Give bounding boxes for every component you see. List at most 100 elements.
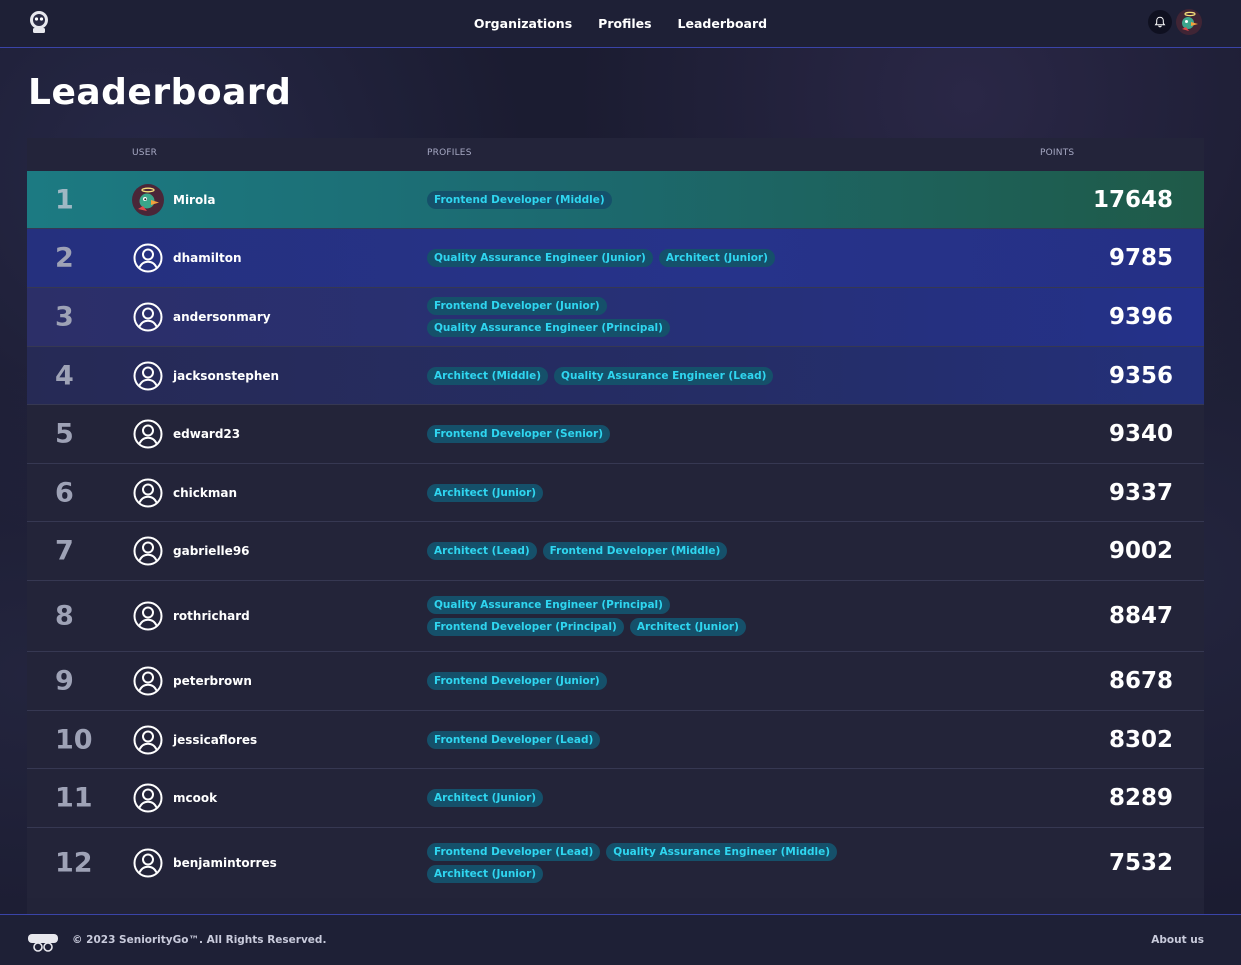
nav-organizations[interactable]: Organizations bbox=[474, 16, 572, 31]
profile-badge[interactable]: Quality Assurance Engineer (Principal) bbox=[427, 319, 670, 337]
rank-number: 8 bbox=[55, 600, 74, 632]
profile-badges: Quality Assurance Engineer (Junior) Archi… bbox=[427, 249, 847, 267]
profile-badge[interactable]: Frontend Developer (Senior) bbox=[427, 425, 610, 443]
profile-badge[interactable]: Frontend Developer (Lead) bbox=[427, 843, 601, 861]
username[interactable]: rothrichard bbox=[173, 609, 250, 623]
table-row[interactable]: 3 andersonmary Frontend Developer (Junior)… bbox=[27, 287, 1204, 346]
username[interactable]: edward23 bbox=[173, 427, 240, 441]
profile-badges: Frontend Developer (Senior) bbox=[427, 425, 847, 443]
notifications-button[interactable] bbox=[1148, 10, 1172, 34]
points-value: 9356 bbox=[1108, 362, 1173, 389]
table-row[interactable]: 4 jacksonstephen Architect (Middle) Quality… bbox=[27, 346, 1204, 404]
profile-badge[interactable]: Architect (Junior) bbox=[427, 789, 544, 807]
rank-number: 6 bbox=[55, 477, 74, 508]
table-row[interactable]: 9 peterbrown Frontend Developer (Junior) 86… bbox=[27, 651, 1204, 710]
points-value: 17648 bbox=[1092, 186, 1173, 213]
rank-number: 3 bbox=[55, 301, 74, 333]
profile-badges: Frontend Developer (Junior) bbox=[427, 672, 847, 690]
username[interactable]: jacksonstephen bbox=[173, 369, 279, 383]
table-row[interactable]: 12 benjamintorres Frontend Developer (Lead… bbox=[27, 827, 1204, 898]
rank-number: 12 bbox=[55, 847, 93, 879]
copyright-text: © 2023 SeniorityGo™. All Rights Reserved… bbox=[72, 934, 327, 946]
profile-badges: Frontend Developer (Junior) Quality Assur… bbox=[427, 297, 847, 337]
about-us-link[interactable]: About us bbox=[1151, 934, 1204, 946]
rank-number: 1 bbox=[55, 184, 74, 215]
profile-badge[interactable]: Frontend Developer (Lead) bbox=[427, 730, 601, 749]
profile-badge[interactable]: Architect (Junior) bbox=[427, 483, 544, 502]
points-value: 9337 bbox=[1108, 479, 1173, 506]
nav-profiles[interactable]: Profiles bbox=[598, 16, 651, 31]
profile-badge[interactable]: Architect (Junior) bbox=[629, 618, 746, 636]
nav-links: Organizations Profiles Leaderboard bbox=[0, 0, 1241, 47]
table-row[interactable]: 10 jessicaflores Frontend Developer (Lead)… bbox=[27, 710, 1204, 768]
user-circle-icon[interactable] bbox=[132, 360, 164, 392]
profile-badge[interactable]: Quality Assurance Engineer (Junior) bbox=[427, 249, 653, 267]
user-circle-icon[interactable] bbox=[132, 724, 164, 756]
username[interactable]: Mirola bbox=[173, 193, 215, 207]
user-circle-icon[interactable] bbox=[132, 477, 164, 509]
rank-number: 4 bbox=[55, 360, 74, 391]
profile-badge[interactable]: Quality Assurance Engineer (Lead) bbox=[554, 366, 774, 385]
table-row[interactable]: 6 chickman Architect (Junior) 9337 bbox=[27, 463, 1204, 521]
user-circle-icon[interactable] bbox=[132, 418, 164, 450]
user-circle-icon[interactable] bbox=[132, 847, 164, 879]
profile-badge[interactable]: Architect (Junior) bbox=[427, 865, 544, 883]
user-circle-icon[interactable] bbox=[132, 600, 164, 632]
column-header-points: POINTS bbox=[1040, 148, 1075, 158]
user-circle-icon[interactable] bbox=[132, 535, 164, 567]
profile-badges: Quality Assurance Engineer (Principal) Fr… bbox=[427, 596, 847, 636]
points-value: 9785 bbox=[1108, 245, 1173, 271]
nav-leaderboard[interactable]: Leaderboard bbox=[678, 16, 768, 31]
table-body: 1 Mirola Frontend Developer (Middle) 17648 2… bbox=[27, 171, 1204, 898]
username[interactable]: chickman bbox=[173, 486, 237, 500]
profile-badge[interactable]: Frontend Developer (Junior) bbox=[427, 297, 607, 315]
rank-number: 11 bbox=[55, 782, 93, 814]
username[interactable]: benjamintorres bbox=[173, 856, 277, 870]
profile-badge[interactable]: Architect (Junior) bbox=[658, 249, 775, 267]
username[interactable]: dhamilton bbox=[173, 251, 241, 265]
profile-badge[interactable]: Frontend Developer (Junior) bbox=[427, 672, 607, 690]
table-row[interactable]: 1 Mirola Frontend Developer (Middle) 17648 bbox=[27, 171, 1204, 228]
user-circle-icon[interactable] bbox=[132, 665, 164, 697]
profile-badge[interactable]: Architect (Lead) bbox=[427, 542, 537, 560]
profile-badges: Architect (Junior) bbox=[427, 789, 847, 807]
points-value: 8847 bbox=[1108, 603, 1173, 629]
user-circle-icon[interactable] bbox=[132, 242, 164, 274]
username[interactable]: gabrielle96 bbox=[173, 544, 250, 558]
table-row[interactable]: 11 mcook Architect (Junior) 8289 bbox=[27, 768, 1204, 827]
profile-avatar-button[interactable] bbox=[1176, 9, 1202, 35]
footer-logo-icon[interactable] bbox=[27, 932, 59, 952]
profile-badge[interactable]: Architect (Middle) bbox=[427, 366, 549, 385]
username[interactable]: peterbrown bbox=[173, 674, 252, 688]
rank-number: 2 bbox=[55, 242, 74, 274]
profile-badge[interactable]: Frontend Developer (Middle) bbox=[427, 190, 612, 209]
rank-number: 10 bbox=[55, 724, 93, 755]
username[interactable]: andersonmary bbox=[173, 310, 271, 324]
user-circle-icon[interactable] bbox=[132, 301, 164, 333]
points-value: 8678 bbox=[1108, 668, 1173, 694]
page-title: Leaderboard bbox=[28, 72, 292, 113]
user-circle-icon[interactable] bbox=[132, 782, 164, 814]
user-avatar-image[interactable] bbox=[132, 183, 164, 216]
points-value: 8302 bbox=[1108, 726, 1173, 753]
profile-badge[interactable]: Quality Assurance Engineer (Principal) bbox=[427, 596, 670, 614]
points-value: 9396 bbox=[1108, 304, 1173, 330]
profile-badge[interactable]: Frontend Developer (Principal) bbox=[427, 618, 624, 636]
table-row[interactable]: 5 edward23 Frontend Developer (Senior) 9340 bbox=[27, 404, 1204, 463]
column-header-profiles: PROFILES bbox=[427, 148, 472, 158]
profile-badge[interactable]: Frontend Developer (Middle) bbox=[542, 542, 728, 560]
table-header: USER PROFILES POINTS bbox=[27, 138, 1204, 171]
profile-badges: Frontend Developer (Lead) bbox=[427, 730, 847, 749]
table-row[interactable]: 8 rothrichard Quality Assurance Engineer (… bbox=[27, 580, 1204, 651]
profile-badges: Architect (Middle) Quality Assurance Engi… bbox=[427, 366, 847, 385]
profile-badge[interactable]: Quality Assurance Engineer (Middle) bbox=[606, 843, 838, 861]
rank-number: 7 bbox=[55, 535, 74, 567]
table-row[interactable]: 7 gabrielle96 Architect (Lead) Frontend Dev… bbox=[27, 521, 1204, 580]
leaderboard-table: USER PROFILES POINTS 1 Mirola Frontend Dev… bbox=[27, 138, 1204, 914]
profile-badges: Frontend Developer (Middle) bbox=[427, 190, 847, 209]
points-value: 8289 bbox=[1108, 785, 1173, 811]
table-row[interactable]: 2 dhamilton Quality Assurance Engineer (Ju… bbox=[27, 228, 1204, 287]
username[interactable]: jessicaflores bbox=[173, 733, 257, 747]
username[interactable]: mcook bbox=[173, 791, 217, 805]
avatar-icon bbox=[1176, 9, 1202, 35]
